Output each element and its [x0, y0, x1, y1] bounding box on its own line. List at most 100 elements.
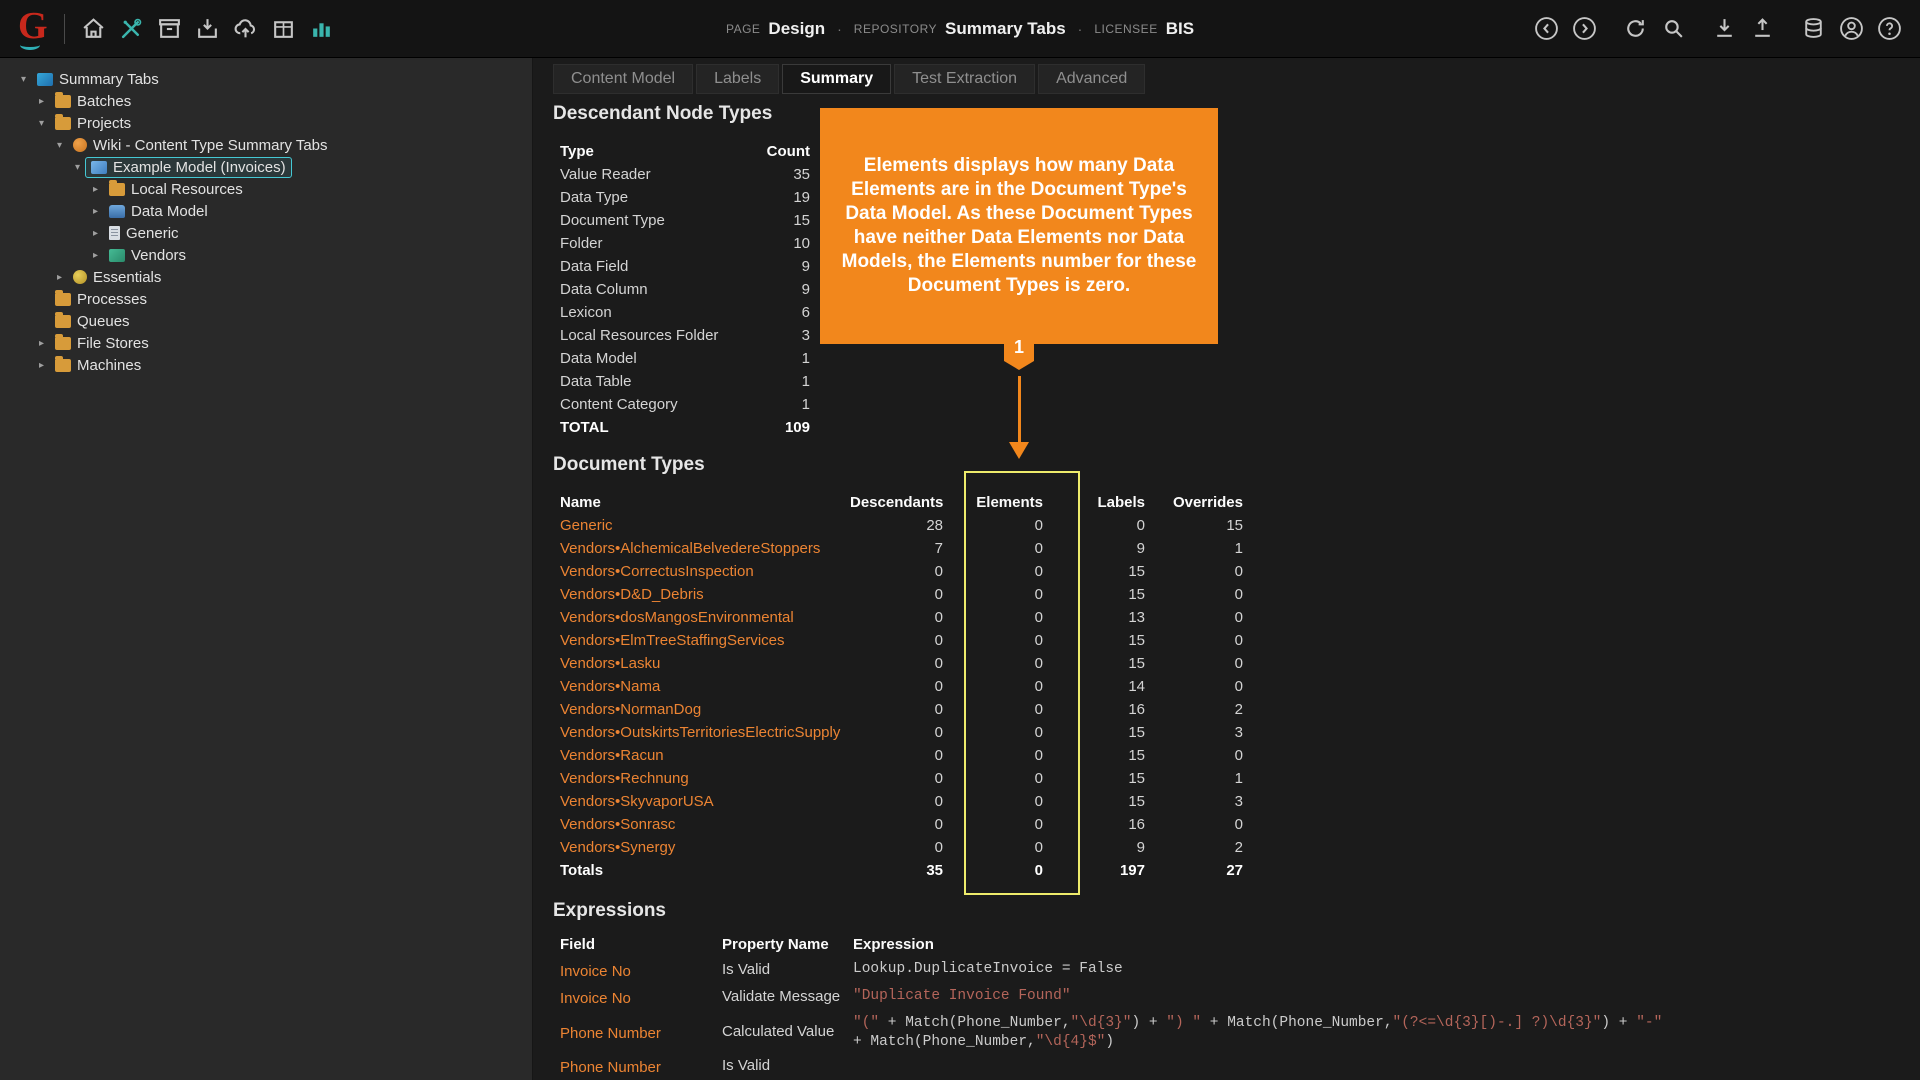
tree-item-projects[interactable]: ▾ Projects	[0, 112, 532, 134]
chevron-down-icon[interactable]: ▾	[16, 74, 31, 85]
expr-field-link[interactable]: Invoice No	[560, 960, 722, 983]
document-type-link[interactable]: Vendors•AlchemicalBelvedereStoppers	[560, 537, 850, 560]
expr-header-field: Field	[560, 936, 596, 953]
tree-item-wiki-content-type-summary-tabs[interactable]: ▾ Wiki - Content Type Summary Tabs	[0, 134, 532, 156]
tree-item-labelbox[interactable]: Queues	[49, 311, 136, 332]
document-type-link[interactable]: Vendors•Rechnung	[560, 767, 850, 790]
document-type-link[interactable]: Vendors•SkyvaporUSA	[560, 790, 850, 813]
tree-item-labelbox[interactable]: Essentials	[67, 267, 167, 288]
chevron-right-icon[interactable]: ▸	[34, 338, 49, 349]
document-icon	[109, 226, 120, 240]
tree-item-labelbox[interactable]: Example Model (Invoices)	[85, 156, 292, 178]
tree-item-labelbox[interactable]: Batches	[49, 91, 137, 112]
topbar-left-icons	[81, 16, 334, 41]
hierarchy-icon	[109, 248, 125, 262]
tree-item-queues[interactable]: Queues	[0, 310, 532, 332]
home-icon[interactable]	[81, 16, 106, 41]
tree-item-batches[interactable]: ▸ Batches	[0, 90, 532, 112]
dnt-count-cell: 19	[793, 189, 810, 206]
tree-item-labelbox[interactable]: Generic	[103, 223, 185, 244]
tab-advanced[interactable]: Advanced	[1038, 64, 1146, 94]
expr-field-link[interactable]: Invoice No	[560, 987, 722, 1010]
refresh-icon[interactable]	[1623, 16, 1648, 41]
document-type-link[interactable]: Vendors•Racun	[560, 744, 850, 767]
tab-content-model[interactable]: Content Model	[553, 64, 694, 94]
database-icon[interactable]	[1801, 16, 1826, 41]
expr-field-link[interactable]: Phone Number	[560, 1022, 722, 1045]
tree-item-labelbox[interactable]: Projects	[49, 113, 137, 134]
wiki-icon	[73, 138, 87, 152]
stats-chart-icon[interactable]	[309, 16, 334, 41]
chevron-right-icon[interactable]: ▸	[34, 360, 49, 371]
tree-item-processes[interactable]: Processes	[0, 288, 532, 310]
dt-value-cell: 0	[934, 747, 943, 764]
document-type-link[interactable]: Vendors•Nama	[560, 675, 850, 698]
chevron-right-icon[interactable]: ▸	[88, 228, 103, 239]
tree-item-local-resources[interactable]: ▸ Local Resources	[0, 178, 532, 200]
document-type-link[interactable]: Vendors•dosMangosEnvironmental	[560, 606, 850, 629]
dnt-count-cell: 1	[801, 350, 810, 367]
expr-property: Is Valid	[722, 961, 771, 978]
tree-item-labelbox[interactable]: Machines	[49, 355, 147, 376]
chevron-right-icon[interactable]: ▸	[34, 96, 49, 107]
dnt-type-cell: Value Reader	[560, 166, 651, 183]
dt-value-cell: 2	[1234, 839, 1243, 856]
help-icon[interactable]	[1877, 16, 1902, 41]
document-type-link[interactable]: Vendors•CorrectusInspection	[560, 560, 850, 583]
tree-item-generic[interactable]: ▸ Generic	[0, 222, 532, 244]
search-icon[interactable]	[1661, 16, 1686, 41]
expr-field-link[interactable]: Phone Number	[560, 1056, 722, 1079]
tree-item-labelbox[interactable]: Summary Tabs	[31, 69, 165, 90]
repository-value: Summary Tabs	[945, 19, 1066, 38]
back-icon[interactable]	[1534, 16, 1559, 41]
user-icon[interactable]	[1839, 16, 1864, 41]
document-type-link[interactable]: Vendors•NormanDog	[560, 698, 850, 721]
import-box-icon[interactable]	[195, 16, 220, 41]
forward-icon[interactable]	[1572, 16, 1597, 41]
dt-value-cell: 0	[934, 678, 943, 695]
tree-item-file-stores[interactable]: ▸ File Stores	[0, 332, 532, 354]
tab-labels[interactable]: Labels	[696, 64, 780, 94]
tree-item-machines[interactable]: ▸ Machines	[0, 354, 532, 376]
tree-item-label: File Stores	[77, 334, 149, 352]
document-type-link[interactable]: Vendors•Synergy	[560, 836, 850, 859]
topbar-icon-group	[1712, 16, 1775, 41]
upload-icon[interactable]	[1750, 16, 1775, 41]
chevron-right-icon[interactable]: ▸	[52, 272, 67, 283]
tree-item-labelbox[interactable]: Local Resources	[103, 179, 249, 200]
tree-item-vendors[interactable]: ▸ Vendors	[0, 244, 532, 266]
tree-item-essentials[interactable]: ▸ Essentials	[0, 266, 532, 288]
tree-item-labelbox[interactable]: Processes	[49, 289, 153, 310]
chevron-down-icon[interactable]: ▾	[34, 118, 49, 129]
tree-item-summary-tabs[interactable]: ▾ Summary Tabs	[0, 68, 532, 90]
cloud-upload-icon[interactable]	[233, 16, 258, 41]
topbar-right	[1534, 16, 1902, 41]
chevron-right-icon[interactable]: ▸	[88, 184, 103, 195]
tree-item-labelbox[interactable]: File Stores	[49, 333, 155, 354]
document-type-link[interactable]: Vendors•Lasku	[560, 652, 850, 675]
document-type-link[interactable]: Vendors•OutskirtsTerritoriesElectricSupp…	[560, 721, 850, 744]
document-type-link[interactable]: Vendors•D&D_Debris	[560, 583, 850, 606]
tree-item-labelbox[interactable]: Wiki - Content Type Summary Tabs	[67, 135, 334, 156]
tab-summary[interactable]: Summary	[782, 64, 892, 94]
tree-item-label: Queues	[77, 312, 130, 330]
chevron-right-icon[interactable]: ▸	[88, 206, 103, 217]
batches-box-icon[interactable]	[157, 16, 182, 41]
document-type-link[interactable]: Vendors•Sonrasc	[560, 813, 850, 836]
tools-icon[interactable]	[119, 16, 144, 41]
chevron-down-icon[interactable]: ▾	[70, 162, 85, 173]
tree-item-example-model-invoices[interactable]: ▾ Example Model (Invoices)	[0, 156, 532, 178]
tree-item-data-model[interactable]: ▸ Data Model	[0, 200, 532, 222]
dt-value-cell: 0	[934, 609, 943, 626]
chevron-right-icon[interactable]: ▸	[88, 250, 103, 261]
tree-item-labelbox[interactable]: Vendors	[103, 245, 192, 266]
document-type-link[interactable]: Vendors•ElmTreeStaffingServices	[560, 629, 850, 652]
document-type-link[interactable]: Generic	[560, 514, 850, 537]
chevron-down-icon[interactable]: ▾	[52, 140, 67, 151]
tab-test-extraction[interactable]: Test Extraction	[894, 64, 1036, 94]
dt-value-cell: 0	[1034, 563, 1043, 580]
package-icon[interactable]	[271, 16, 296, 41]
download-icon[interactable]	[1712, 16, 1737, 41]
tree-item-labelbox[interactable]: Data Model	[103, 201, 214, 222]
expr-code: "Duplicate Invoice Found"	[853, 988, 1071, 1004]
